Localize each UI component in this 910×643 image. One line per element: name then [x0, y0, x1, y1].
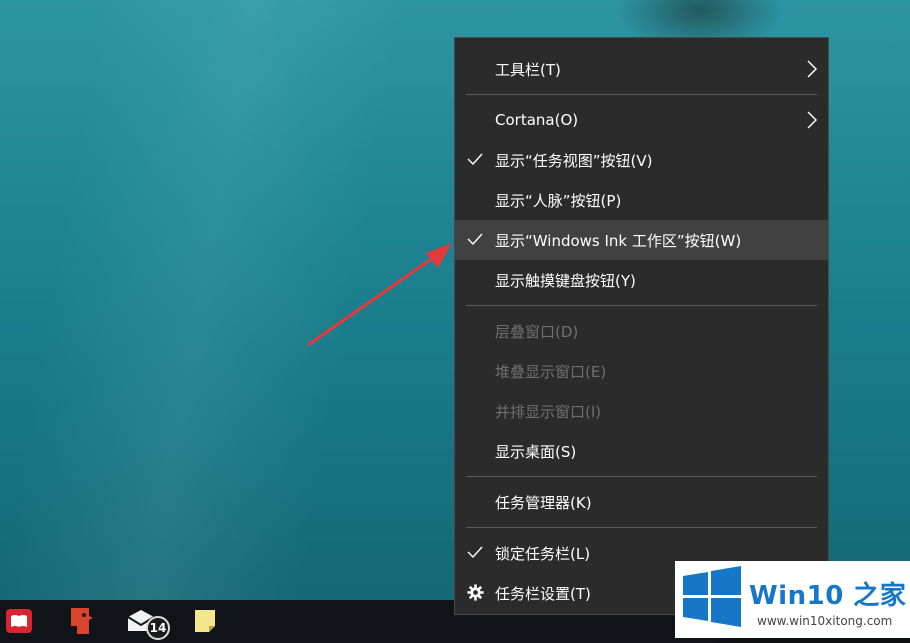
checkmark-icon	[467, 544, 483, 564]
chevron-right-icon	[806, 60, 818, 82]
red-app-icon[interactable]	[66, 606, 96, 636]
watermark-title: Win10 之家	[749, 581, 907, 611]
menu-item-label: 显示“人脉”按钮(P)	[495, 191, 622, 210]
menu-item-label: 锁定任务栏(L)	[495, 544, 591, 563]
menu-item-show-touch-keyboard[interactable]: 显示触摸键盘按钮(Y)	[455, 260, 828, 300]
menu-item-label: 显示“Windows Ink 工作区”按钮(W)	[495, 231, 742, 250]
menu-item-label: 显示桌面(S)	[495, 442, 577, 461]
menu-item-label: 层叠窗口(D)	[495, 322, 579, 341]
menu-separator	[466, 527, 817, 528]
menu-item-label: 任务栏设置(T)	[495, 584, 591, 603]
checkmark-icon	[467, 151, 483, 171]
mail-badge: 14	[146, 616, 170, 640]
menu-item-task-manager[interactable]: 任务管理器(K)	[455, 482, 828, 522]
menu-item-cortana[interactable]: Cortana(O)	[455, 100, 828, 140]
menu-item-show-windows-ink[interactable]: 显示“Windows Ink 工作区”按钮(W)	[455, 220, 828, 260]
menu-item-label: Cortana(O)	[495, 111, 579, 129]
menu-item-side-by-side: 并排显示窗口(I)	[455, 391, 828, 431]
menu-item-label: 堆叠显示窗口(E)	[495, 362, 607, 381]
menu-item-label: 显示触摸键盘按钮(Y)	[495, 271, 636, 290]
menu-item-show-desktop[interactable]: 显示桌面(S)	[455, 431, 828, 471]
menu-item-stack-windows: 堆叠显示窗口(E)	[455, 351, 828, 391]
menu-item-toolbars[interactable]: 工具栏(T)	[455, 49, 828, 89]
menu-item-show-people[interactable]: 显示“人脉”按钮(P)	[455, 180, 828, 220]
win10-watermark-logo: Win10 之家 www.win10xitong.com	[675, 561, 910, 638]
menu-item-label: 并排显示窗口(I)	[495, 402, 602, 421]
windows-logo-icon	[681, 566, 743, 632]
menu-separator	[466, 94, 817, 95]
menu-separator	[466, 305, 817, 306]
taskbar-edge	[719, 638, 910, 643]
menu-item-label: 工具栏(T)	[495, 60, 561, 79]
chevron-right-icon	[806, 111, 818, 133]
sticky-notes-icon[interactable]	[190, 606, 220, 636]
menu-item-cascade-windows: 层叠窗口(D)	[455, 311, 828, 351]
menu-item-show-task-view[interactable]: 显示“任务视图”按钮(V)	[455, 140, 828, 180]
menu-item-label: 显示“任务视图”按钮(V)	[495, 151, 653, 170]
taskbar-context-menu: 工具栏(T) Cortana(O) 显示“任务视图”按钮(V) 显示“人脉”按钮…	[454, 37, 829, 615]
menu-item-label: 任务管理器(K)	[495, 493, 592, 512]
menu-separator	[466, 476, 817, 477]
watermark-url: www.win10xitong.com	[757, 614, 893, 628]
book-app-icon[interactable]	[4, 606, 34, 636]
checkmark-icon	[467, 231, 483, 251]
gear-icon	[467, 584, 484, 605]
